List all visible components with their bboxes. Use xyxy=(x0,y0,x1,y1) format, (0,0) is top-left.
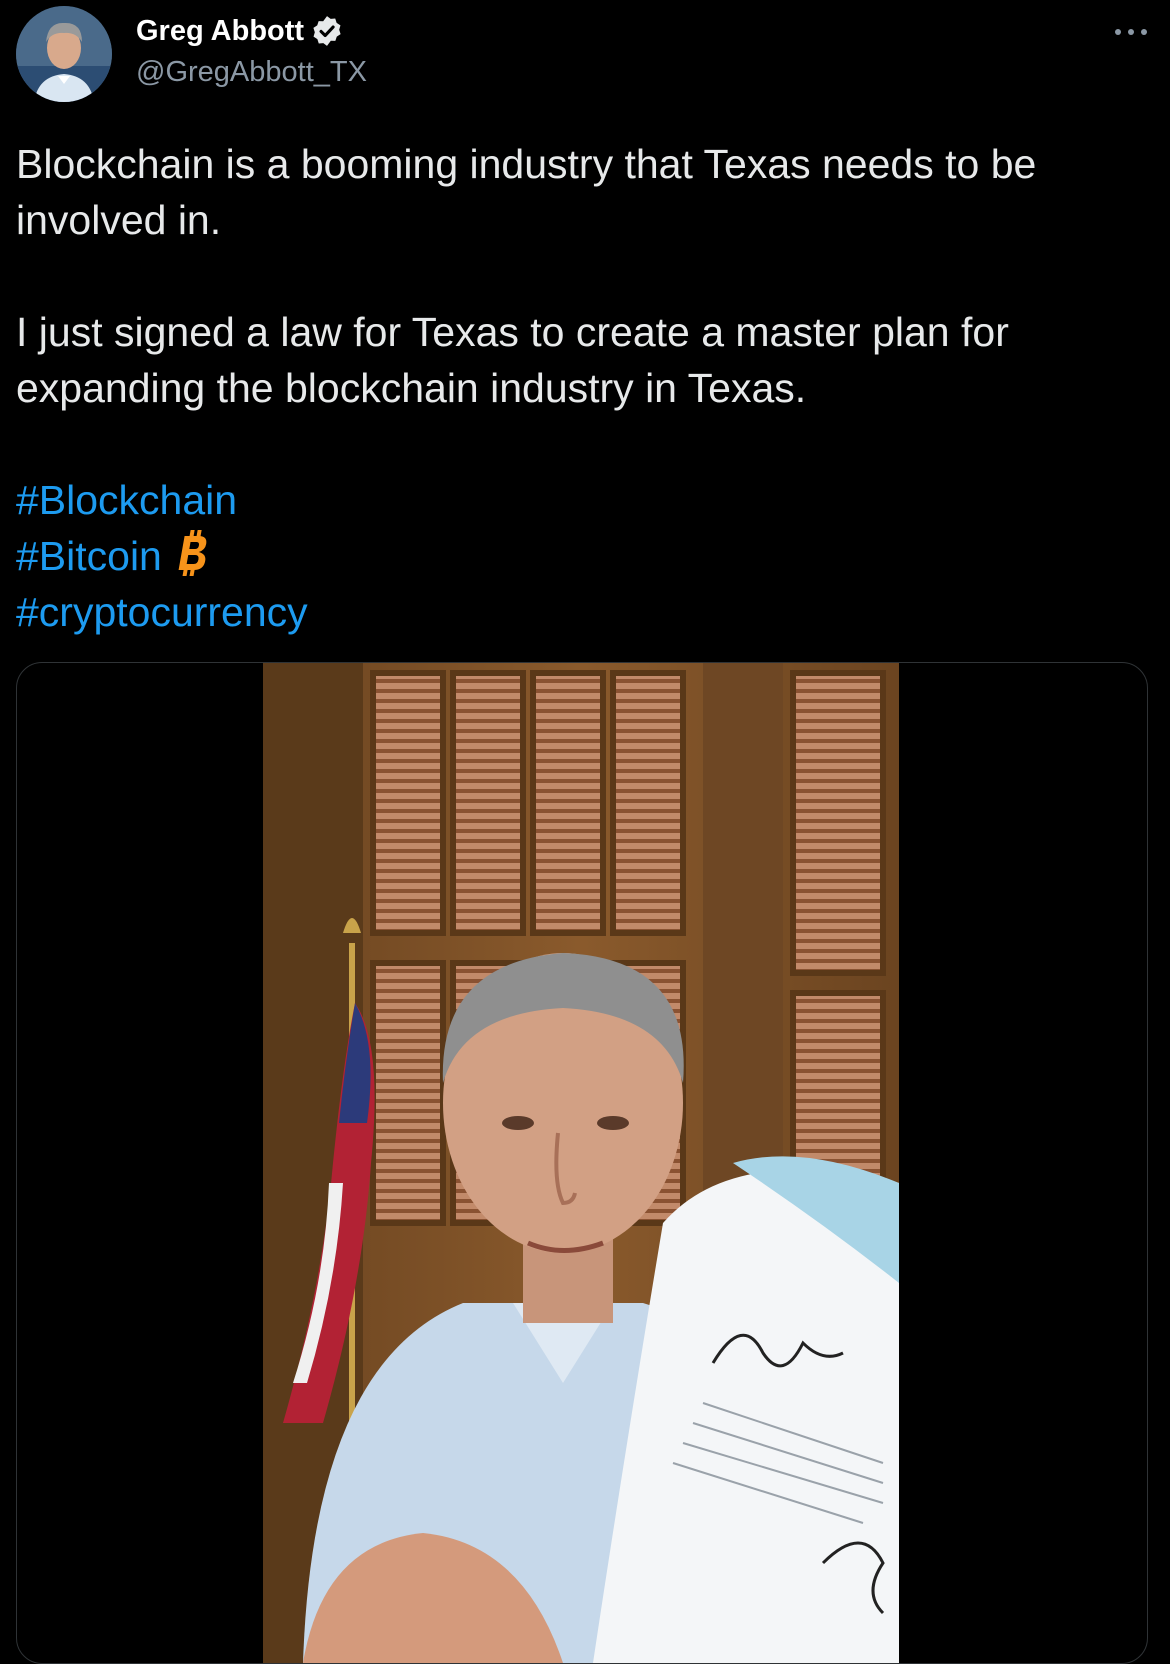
verified-badge-icon xyxy=(310,14,344,48)
tweet-paragraph-2: I just signed a law for Texas to create … xyxy=(16,309,1009,411)
author-name-text[interactable]: Greg Abbott xyxy=(136,15,304,48)
bitcoin-icon xyxy=(170,528,210,576)
hashtag-bitcoin[interactable]: #Bitcoin xyxy=(16,533,162,579)
author-handle[interactable]: @GregAbbott_TX xyxy=(136,56,367,89)
media-card[interactable] xyxy=(16,662,1148,1664)
tweet-text: Blockchain is a booming industry that Te… xyxy=(16,136,1136,640)
hashtag-cryptocurrency[interactable]: #cryptocurrency xyxy=(16,584,1136,640)
avatar[interactable] xyxy=(16,6,112,102)
author-name[interactable]: Greg Abbott xyxy=(136,14,344,48)
hashtag-bitcoin-row: #Bitcoin xyxy=(16,528,1136,584)
more-options-icon[interactable] xyxy=(1110,14,1152,50)
tweet-paragraph-1: Blockchain is a booming industry that Te… xyxy=(16,141,1037,243)
hashtag-blockchain[interactable]: #Blockchain xyxy=(16,472,1136,528)
video-thumbnail[interactable] xyxy=(263,663,899,1663)
